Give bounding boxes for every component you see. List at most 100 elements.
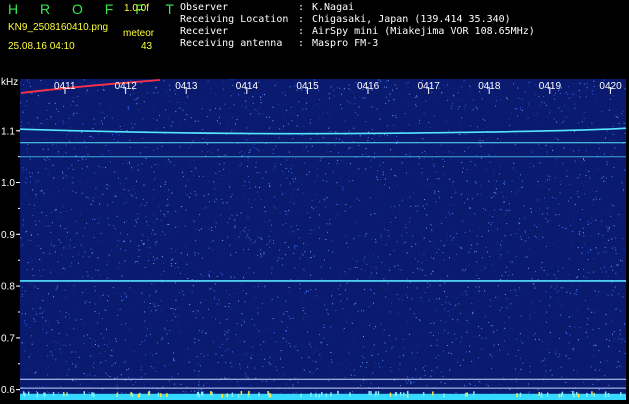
noise-pixel: [213, 341, 215, 343]
noise-pixel: [516, 295, 518, 297]
noise-pixel: [252, 144, 253, 146]
noise-pixel: [195, 312, 197, 314]
noise-pixel: [527, 117, 529, 119]
noise-pixel: [117, 267, 119, 269]
noise-pixel: [29, 172, 31, 174]
noise-pixel: [246, 127, 248, 129]
noise-pixel: [47, 174, 49, 176]
noise-pixel: [42, 329, 43, 331]
noise-pixel: [435, 201, 437, 203]
noise-pixel: [125, 392, 126, 394]
noise-pixel: [480, 383, 482, 384]
noise-pixel: [353, 341, 355, 343]
noise-pixel: [585, 175, 587, 176]
noise-pixel: [578, 90, 580, 92]
noise-pixel: [406, 252, 408, 254]
noise-pixel: [93, 236, 95, 238]
noise-pixel: [525, 240, 527, 242]
noise-pixel: [61, 351, 63, 353]
noise-pixel: [81, 192, 83, 194]
noise-pixel: [84, 302, 86, 304]
noise-pixel: [62, 267, 64, 269]
noise-pixel: [374, 152, 376, 154]
noise-pixel: [109, 106, 111, 108]
spectrogram-panel: 0.6 0.7 0.8 0.9 1.0 1.1 0411 0412 0413 0414 0415 0…: [0, 76, 629, 400]
noise-pixel: [380, 236, 382, 238]
noise-pixel: [544, 181, 546, 183]
noise-pixel: [492, 92, 494, 94]
noise-pixel: [298, 237, 300, 239]
info-value: Maspro FM-3: [312, 38, 379, 49]
noise-pixel: [384, 134, 385, 136]
noise-pixel: [144, 373, 146, 375]
noise-pixel: [286, 109, 288, 111]
noise-pixel: [558, 356, 560, 358]
noise-pixel: [154, 291, 156, 293]
noise-pixel: [614, 286, 616, 288]
noise-pixel: [453, 204, 455, 206]
noise-pixel: [577, 276, 578, 278]
band-spike: [91, 392, 93, 397]
noise-pixel: [618, 221, 620, 223]
noise-pixel: [29, 85, 31, 87]
noise-pixel: [438, 79, 440, 81]
noise-pixel: [471, 303, 473, 305]
noise-pixel: [20, 237, 22, 239]
noise-pixel: [521, 98, 523, 100]
noise-pixel: [202, 257, 203, 259]
noise-pixel: [171, 265, 172, 267]
noise-pixel: [515, 177, 517, 179]
noise-pixel: [147, 246, 148, 248]
noise-pixel: [123, 241, 125, 242]
noise-pixel: [491, 197, 493, 199]
noise-pixel: [492, 325, 494, 327]
noise-pixel: [430, 375, 432, 377]
noise-pixel: [311, 206, 313, 208]
noise-pixel: [387, 135, 388, 137]
noise-pixel: [52, 222, 53, 224]
noise-pixel: [606, 130, 608, 132]
noise-pixel: [110, 355, 112, 357]
noise-pixel: [611, 238, 613, 240]
noise-pixel: [152, 229, 154, 231]
noise-pixel: [588, 170, 590, 172]
noise-pixel: [565, 116, 567, 118]
noise-pixel: [63, 105, 64, 107]
noise-pixel: [67, 284, 69, 286]
noise-pixel: [562, 162, 564, 164]
noise-pixel: [447, 84, 449, 86]
noise-pixel: [469, 207, 471, 209]
noise-pixel: [266, 116, 268, 118]
noise-pixel: [606, 226, 608, 227]
noise-pixel: [577, 83, 579, 85]
noise-pixel: [529, 229, 531, 231]
noise-pixel: [83, 335, 85, 337]
noise-pixel: [443, 245, 445, 247]
noise-pixel: [294, 176, 296, 178]
noise-pixel: [240, 146, 242, 148]
noise-pixel: [408, 152, 410, 154]
x-tick-label: 0413: [175, 81, 198, 92]
noise-pixel: [21, 204, 23, 206]
band-spike: [201, 391, 204, 396]
noise-pixel: [21, 286, 23, 288]
noise-pixel: [35, 371, 37, 373]
noise-pixel: [529, 318, 531, 320]
noise-pixel: [119, 270, 121, 272]
noise-pixel: [62, 122, 64, 124]
noise-pixel: [20, 125, 22, 127]
noise-pixel: [113, 225, 114, 227]
noise-pixel: [554, 98, 556, 100]
noise-pixel: [615, 272, 617, 274]
noise-pixel: [605, 251, 607, 253]
noise-pixel: [147, 224, 149, 226]
noise-pixel: [574, 203, 576, 205]
noise-pixel: [34, 320, 36, 322]
noise-pixel: [520, 368, 522, 370]
noise-pixel: [71, 182, 73, 184]
noise-pixel: [222, 88, 224, 90]
noise-pixel: [94, 290, 96, 292]
band-spike: [248, 390, 250, 395]
noise-pixel: [193, 220, 195, 222]
noise-pixel: [292, 188, 294, 190]
